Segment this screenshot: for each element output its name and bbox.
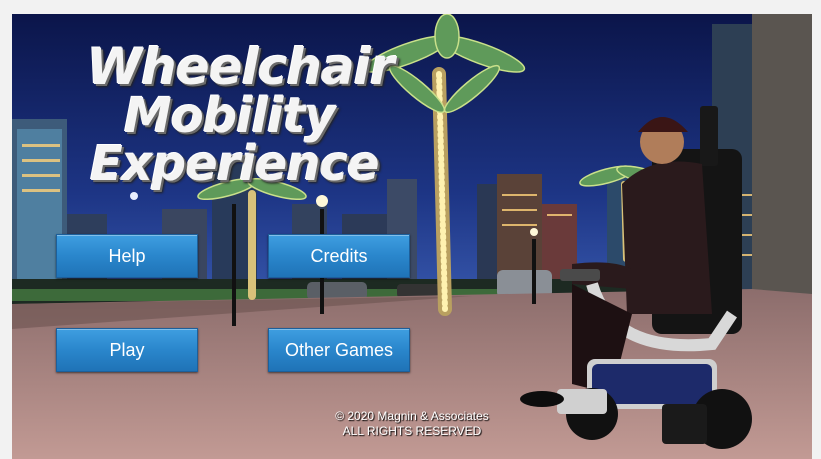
play-button[interactable]: Play [56, 328, 198, 372]
copyright-line-2: ALL RIGHTS RESERVED [342, 424, 482, 438]
moon-icon [130, 192, 138, 200]
credits-button[interactable]: Credits [268, 234, 410, 278]
game-scene: Wheelchair Mobility Experience Help Cred… [12, 14, 812, 459]
help-button[interactable]: Help [56, 234, 198, 278]
copyright-notice: © 2020 Magnin & Associates ALL RIGHTS RE… [312, 409, 512, 439]
game-title-line-2: Mobility [124, 88, 336, 144]
other-games-button[interactable]: Other Games [268, 328, 410, 372]
game-title-line-3: Experience [90, 136, 380, 192]
game-title-line-1: Wheelchair [87, 38, 394, 96]
copyright-line-1: © 2020 Magnin & Associates [335, 409, 489, 423]
